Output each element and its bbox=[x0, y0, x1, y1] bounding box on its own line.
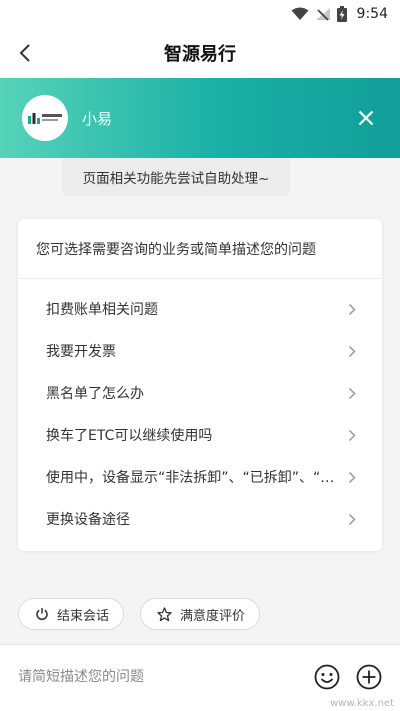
brand-logo-icon bbox=[28, 113, 62, 124]
faq-item[interactable]: 换车了ETC可以继续使用吗 bbox=[18, 414, 382, 456]
faq-item[interactable]: 扣费账单相关问题 bbox=[18, 288, 382, 330]
faq-item-label: 扣费账单相关问题 bbox=[46, 302, 158, 318]
faq-item-label: 我要开发票 bbox=[46, 344, 116, 360]
agent-header: 小易 bbox=[0, 78, 400, 158]
star-icon bbox=[157, 606, 172, 621]
agent-name: 小易 bbox=[82, 109, 113, 128]
faq-item[interactable]: 更换设备途径 bbox=[18, 498, 382, 540]
chevron-right-icon bbox=[348, 345, 356, 357]
faq-item-label: 换车了ETC可以继续使用吗 bbox=[46, 428, 213, 444]
battery-charging-icon bbox=[336, 6, 347, 22]
faq-item[interactable]: 使用中，设备显示“非法拆卸”、“已拆卸”、“标签失效”怎么办 bbox=[18, 456, 382, 498]
chevron-right-icon bbox=[348, 513, 356, 525]
signal-off-icon bbox=[315, 8, 330, 21]
faq-item-label: 黑名单了怎么办 bbox=[46, 386, 144, 402]
rating-label: 满意度评价 bbox=[180, 608, 246, 624]
emoji-button[interactable] bbox=[314, 664, 340, 690]
add-button[interactable] bbox=[356, 664, 382, 690]
clock: 9:54 bbox=[356, 6, 388, 22]
faq-item-label: 更换设备途径 bbox=[46, 512, 130, 528]
rating-button[interactable]: 满意度评价 bbox=[140, 598, 261, 630]
faq-item[interactable]: 黑名单了怎么办 bbox=[18, 372, 382, 414]
back-button[interactable] bbox=[12, 40, 38, 66]
close-button[interactable] bbox=[354, 106, 378, 130]
input-bar: www.kkx.net bbox=[0, 644, 400, 711]
close-icon bbox=[358, 110, 374, 126]
chevron-left-icon bbox=[19, 44, 30, 62]
faq-card: 您可选择需要咨询的业务或简单描述您的问题 扣费账单相关问题 我要开发票 黑名单了… bbox=[18, 219, 382, 551]
chevron-right-icon bbox=[348, 429, 356, 441]
chevron-right-icon bbox=[348, 303, 356, 315]
faq-item-label: 使用中，设备显示“非法拆卸”、“已拆卸”、“标签失效”怎么办 bbox=[46, 470, 336, 486]
faq-list: 扣费账单相关问题 我要开发票 黑名单了怎么办 换车了ETC可以继续使用吗 使用中… bbox=[18, 279, 382, 540]
chevron-right-icon bbox=[348, 387, 356, 399]
page-title: 智源易行 bbox=[164, 44, 236, 65]
plus-circle-icon bbox=[356, 664, 382, 690]
agent-avatar bbox=[22, 95, 68, 141]
wifi-icon bbox=[291, 7, 309, 20]
end-session-label: 结束会话 bbox=[57, 608, 110, 624]
faq-item[interactable]: 我要开发票 bbox=[18, 330, 382, 372]
power-icon bbox=[36, 608, 48, 621]
message-input[interactable] bbox=[18, 663, 298, 691]
chevron-right-icon bbox=[348, 471, 356, 483]
watermark: www.kkx.net bbox=[330, 698, 394, 709]
faq-card-title: 您可选择需要咨询的业务或简单描述您的问题 bbox=[18, 219, 382, 279]
emoji-icon bbox=[314, 664, 340, 690]
status-bar: 9:54 bbox=[0, 0, 400, 28]
title-bar: 智源易行 bbox=[0, 28, 400, 78]
agent-message-bubble: 页面相关功能先尝试自助处理~ bbox=[62, 158, 290, 196]
end-session-button[interactable]: 结束会话 bbox=[18, 598, 125, 630]
